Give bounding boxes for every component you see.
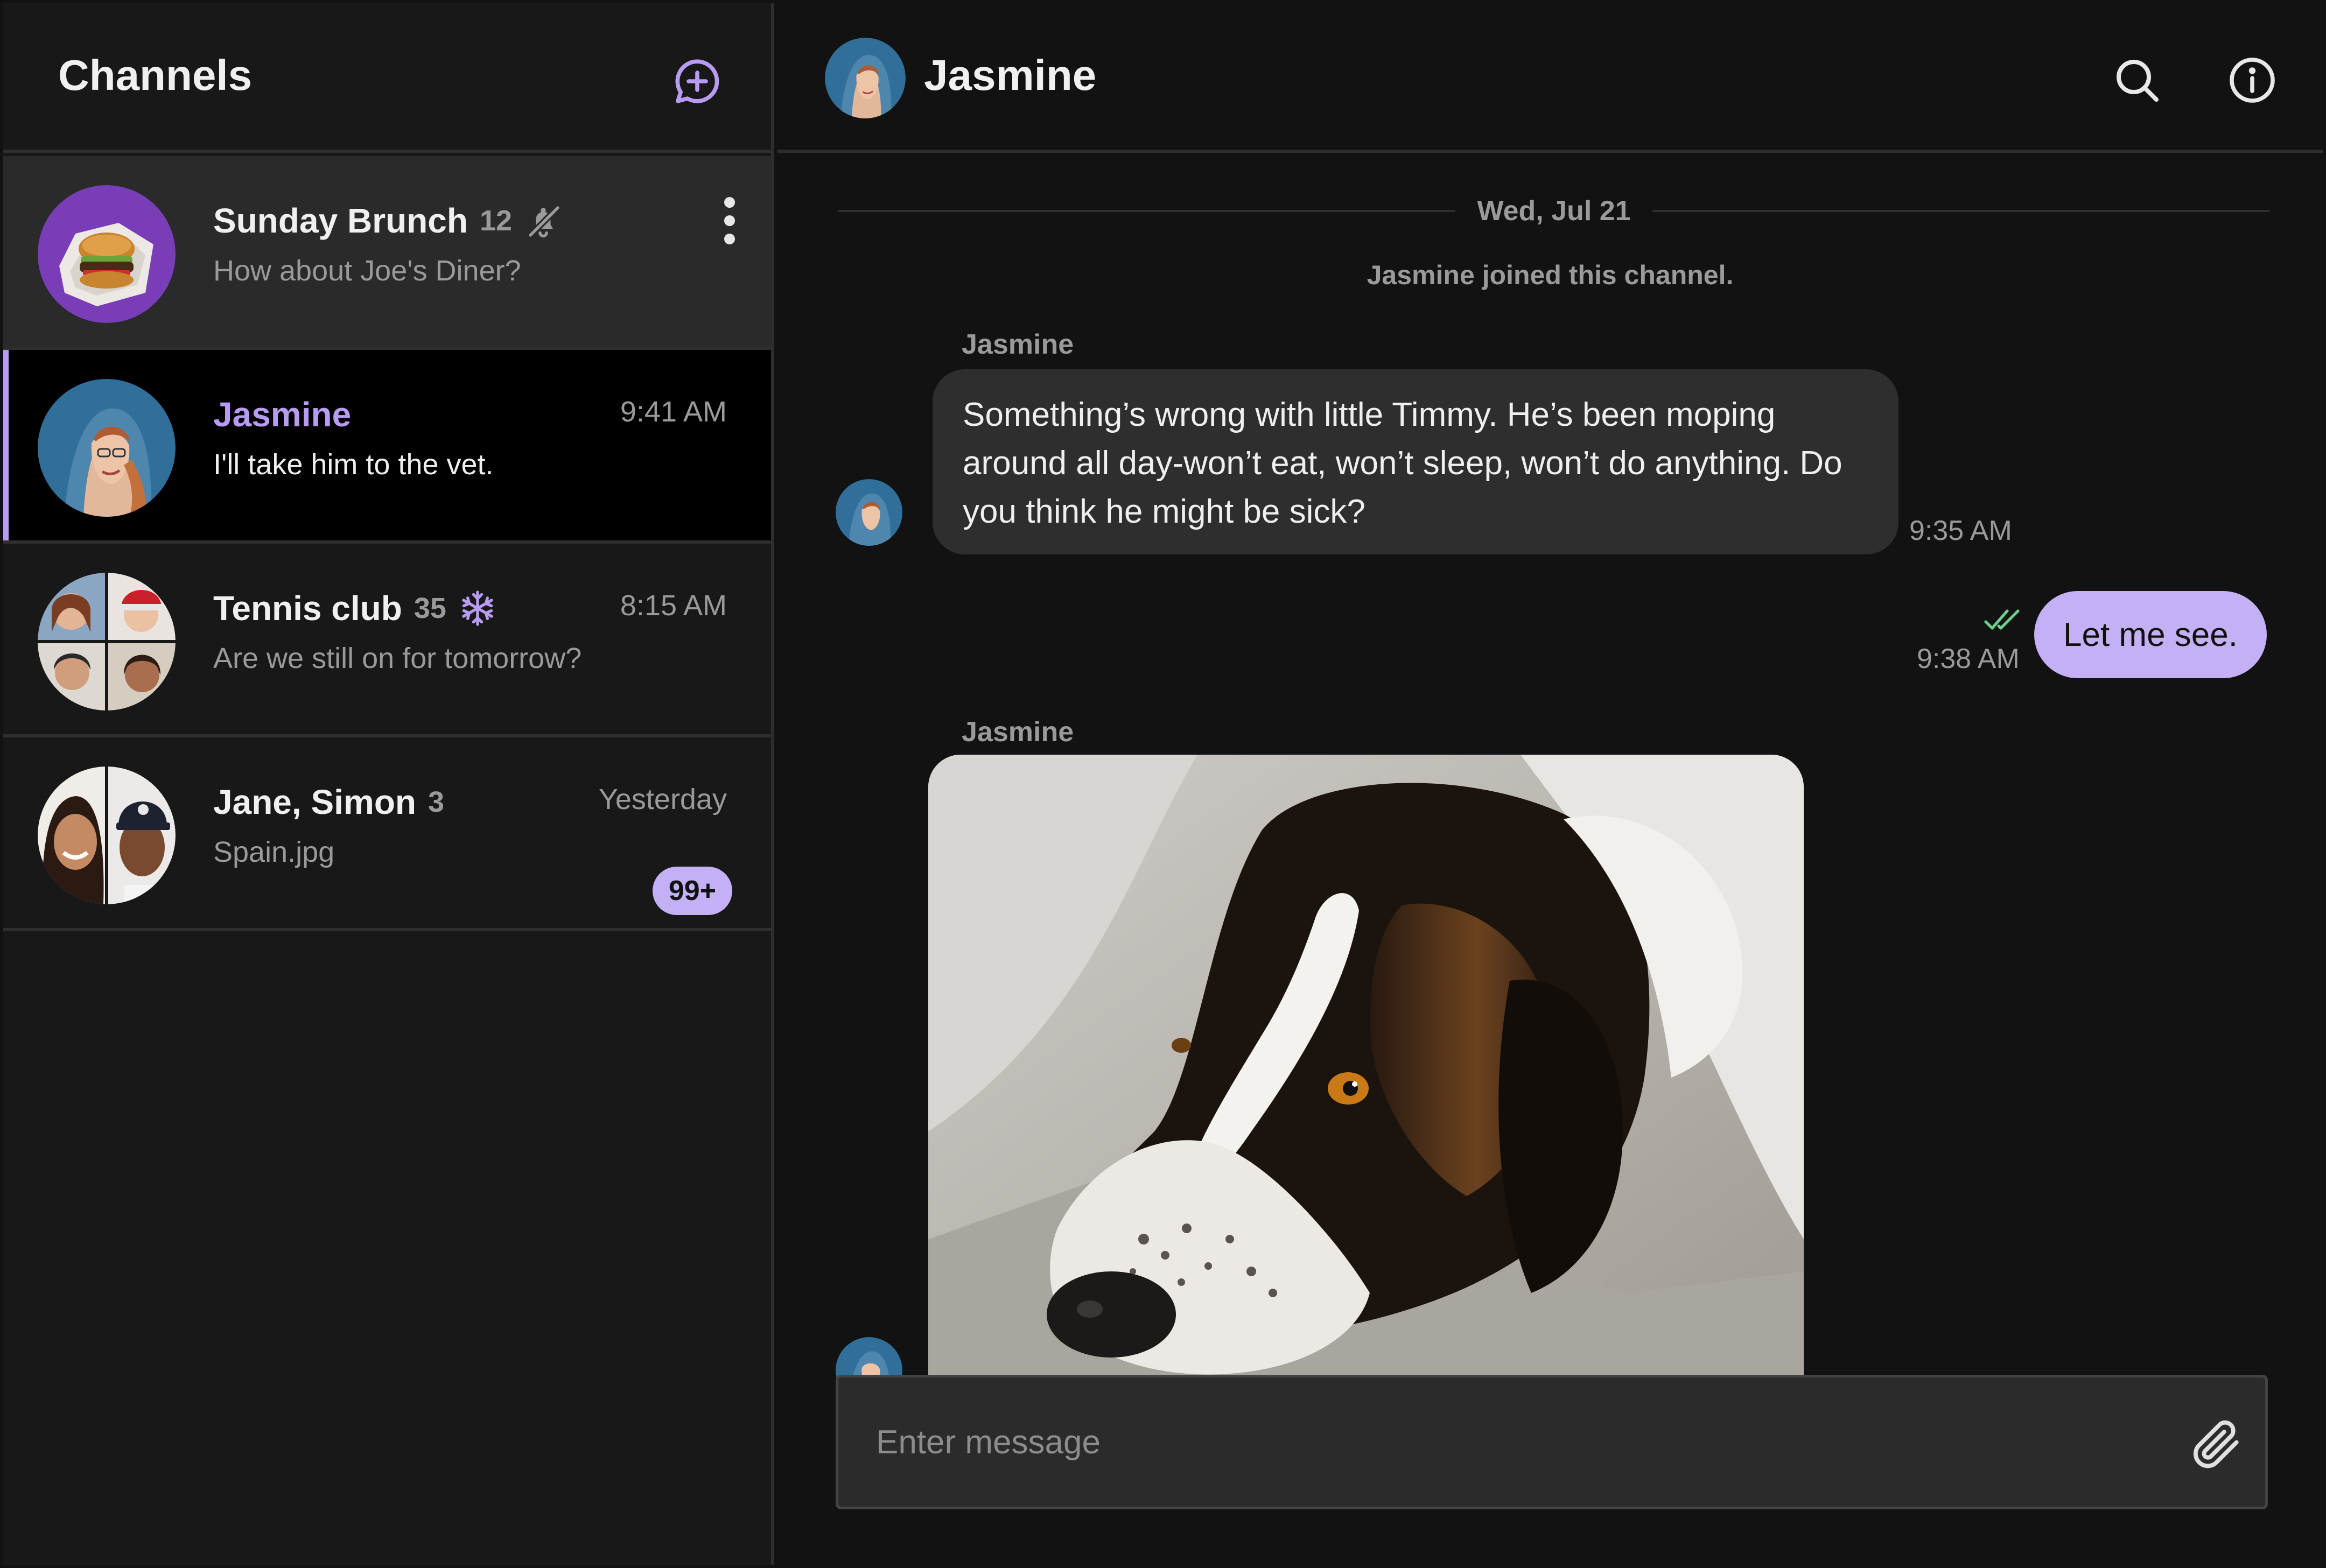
chat-plus-icon — [675, 59, 719, 103]
conversation-panel: Jasmine Wed, Jul 21 Jasmine joined this — [777, 3, 2323, 1565]
channel-title-row: Tennis club 35 — [213, 587, 497, 630]
channel-sidebar: Channels Sunday Brunch 12 How about Joe'… — [3, 3, 774, 1565]
channel-preview: Are we still on for tomorrow? — [213, 642, 582, 674]
snowflake-icon — [462, 590, 493, 626]
message-time: 9:35 AM — [1909, 515, 2012, 546]
channel-time: Yesterday — [598, 783, 727, 815]
message-sender: Jasmine — [962, 329, 1074, 360]
channel-avatar — [38, 573, 176, 711]
channel-preview: I'll take him to the vet. — [213, 448, 494, 481]
channel-title-row: Jasmine — [213, 393, 351, 436]
channel-name: Sunday Brunch — [213, 201, 468, 240]
search-icon — [2117, 60, 2159, 102]
more-vertical-icon — [724, 197, 735, 208]
channel-title-row: Sunday Brunch 12 — [213, 199, 563, 242]
channel-more-button[interactable] — [711, 188, 748, 253]
messaging-app: Channels Sunday Brunch 12 How about Joe'… — [0, 0, 2326, 1568]
channel-time: 9:41 AM — [620, 396, 727, 428]
bell-off-icon — [527, 205, 562, 238]
channel-avatar — [38, 185, 176, 323]
sidebar-header: Channels — [3, 3, 771, 153]
system-message: Jasmine joined this channel. — [1367, 260, 1734, 290]
double-check-icon — [1984, 609, 2020, 630]
channel-item-jasmine[interactable]: Jasmine 9:41 AM I'll take him to the vet… — [3, 350, 771, 544]
channel-name: Jasmine — [213, 395, 352, 434]
message-composer — [836, 1375, 2268, 1509]
divider — [1652, 210, 2271, 212]
channel-item-sunday-brunch[interactable]: Sunday Brunch 12 How about Joe's Diner? — [3, 156, 771, 350]
search-button[interactable] — [2107, 51, 2167, 110]
paperclip-icon — [2194, 1420, 2239, 1468]
conversation-header: Jasmine — [777, 3, 2323, 153]
channel-avatar — [38, 379, 176, 517]
new-channel-button[interactable] — [669, 53, 726, 110]
channel-item-tennis-club[interactable]: Tennis club 35 8:15 AM Are we still on f… — [3, 544, 771, 737]
dog-photo-attachment[interactable] — [928, 755, 1804, 1379]
channel-preview: Spain.jpg — [213, 836, 335, 868]
info-icon — [2230, 58, 2275, 103]
channel-title-row: Jane, Simon 3 — [213, 781, 444, 824]
date-label: Wed, Jul 21 — [1477, 195, 1631, 227]
message-bubble-outgoing[interactable]: Let me see. — [2034, 591, 2267, 678]
member-count: 35 — [414, 592, 446, 624]
channel-name: Jane, Simon — [213, 783, 416, 821]
divider — [838, 210, 1456, 212]
message-input[interactable] — [876, 1377, 2114, 1507]
header-avatar[interactable] — [825, 38, 906, 118]
channel-name: Tennis club — [213, 589, 402, 628]
date-separator: Wed, Jul 21 — [838, 189, 2271, 233]
channel-preview: How about Joe's Diner? — [213, 255, 521, 287]
message-bubble-incoming[interactable]: Something’s wrong with little Timmy. He’… — [933, 369, 1898, 554]
message-time: 9:38 AM — [1917, 643, 2020, 674]
sidebar-title: Channels — [58, 51, 253, 99]
member-count: 3 — [428, 786, 445, 818]
attach-button[interactable] — [2184, 1412, 2249, 1476]
message-avatar[interactable] — [836, 479, 902, 546]
info-button[interactable] — [2223, 51, 2282, 110]
unread-badge: 99+ — [653, 867, 732, 915]
conversation-title: Jasmine — [924, 51, 1097, 99]
member-count: 12 — [479, 205, 513, 237]
channel-time: 8:15 AM — [620, 589, 727, 622]
message-sender: Jasmine — [962, 716, 1074, 748]
channel-avatar — [38, 767, 176, 904]
channel-item-jane-simon[interactable]: Jane, Simon 3 Yesterday Spain.jpg 99+ — [3, 737, 771, 931]
